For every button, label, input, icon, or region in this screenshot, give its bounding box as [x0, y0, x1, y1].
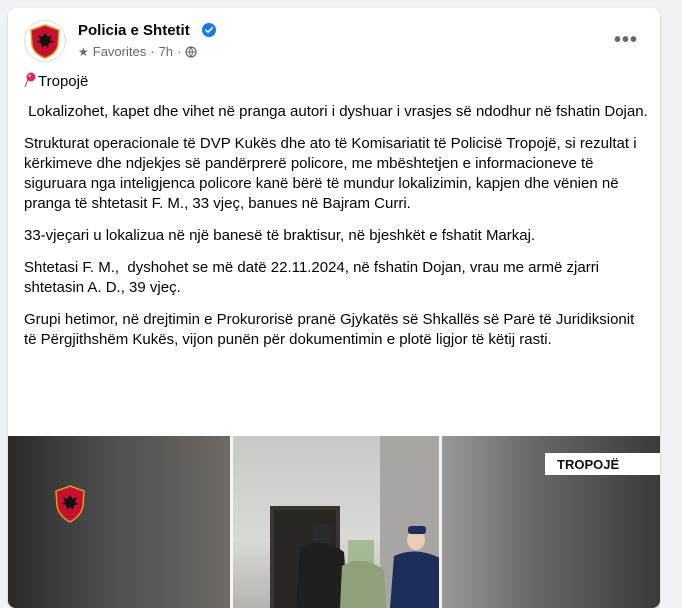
post-card: Policia e Shtetit ★ Favorites · 7h · ••• — [8, 8, 660, 608]
frame-divider — [230, 436, 233, 608]
location-line: Tropojë — [24, 72, 648, 92]
video-frame-left — [8, 436, 230, 608]
post-paragraph: Lokalizohet, kapet dhe vihet në pranga a… — [24, 103, 648, 120]
audience-label[interactable]: Favorites — [93, 44, 146, 59]
post-body: Tropojë Lokalizohet, kapet dhe vihet në … — [24, 72, 648, 362]
meta-separator: · — [150, 44, 155, 59]
video-frame-middle — [230, 436, 440, 608]
page-avatar[interactable] — [24, 20, 66, 62]
police-emblem-icon — [30, 24, 60, 59]
meta-separator: · — [177, 44, 182, 59]
verified-badge-icon — [202, 23, 216, 37]
post-header: Policia e Shtetit ★ Favorites · 7h · ••• — [24, 20, 644, 64]
post-time-link[interactable]: 7h — [159, 44, 173, 59]
location-text: Tropojë — [38, 73, 89, 90]
police-emblem-watermark — [55, 485, 85, 523]
location-tag: TROPOJË — [545, 453, 660, 475]
post-paragraph: Grupi hetimor, në drejtimin e Prokuroris… — [24, 311, 635, 348]
star-icon: ★ — [78, 44, 89, 59]
post-paragraph: 33-vjeçari u lokalizua në një banesë të … — [24, 227, 536, 244]
post-meta: ★ Favorites · 7h · — [78, 44, 197, 59]
post-paragraph: Strukturat operacionale të DVP Kukës dhe… — [24, 135, 637, 212]
globe-icon — [185, 45, 197, 58]
more-options-icon: ••• — [613, 28, 638, 51]
round-pushpin-icon — [24, 72, 36, 88]
page-name-link[interactable]: Policia e Shtetit — [78, 22, 190, 39]
post-video[interactable]: TROPOJË — [8, 436, 660, 608]
video-scene — [270, 436, 440, 608]
post-paragraph: Shtetasi F. M., dyshohet se më datë 22.1… — [24, 259, 604, 296]
more-options-button[interactable]: ••• — [608, 26, 644, 54]
frame-divider — [439, 436, 442, 608]
